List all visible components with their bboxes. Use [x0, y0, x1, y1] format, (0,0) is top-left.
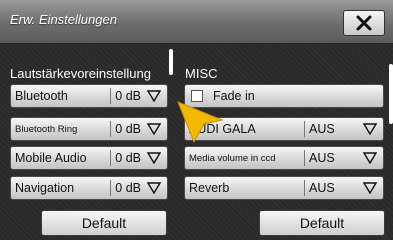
window-title: Erw. Einstellungen — [10, 12, 117, 27]
row-label: Bluetooth — [15, 89, 68, 103]
media-volume-dropdown[interactable]: Media volume in ccd AUS — [184, 146, 384, 170]
chevron-down-icon — [147, 182, 161, 194]
row-value: 0 dB — [115, 122, 141, 136]
mobile-audio-volume-dropdown[interactable]: Mobile Audio 0 dB — [10, 146, 168, 170]
row-label: Reverb — [189, 181, 230, 195]
row-label: Fade in — [213, 89, 255, 103]
close-icon — [356, 15, 372, 31]
reverb-dropdown[interactable]: Reverb AUS — [184, 176, 384, 200]
row-value: 0 dB — [115, 151, 141, 165]
volume-preset-title: Lautstärkevoreinstellung — [10, 66, 151, 81]
row-value: AUS — [309, 151, 335, 165]
right-default-button[interactable]: Default — [259, 210, 385, 236]
chevron-down-icon — [147, 90, 161, 102]
left-default-button[interactable]: Default — [41, 210, 167, 236]
misc-title: MISC — [185, 66, 218, 81]
row-value: AUS — [309, 181, 335, 195]
arrow-pointer-icon — [177, 101, 224, 144]
row-value: 0 dB — [115, 89, 141, 103]
row-label: Media volume in ccd — [189, 152, 276, 164]
row-value: 0 dB — [115, 181, 141, 195]
right-scroll-indicator[interactable] — [389, 64, 393, 124]
bluetooth-ring-volume-dropdown[interactable]: Bluetooth Ring 0 dB — [10, 117, 168, 141]
chevron-down-icon — [147, 123, 161, 135]
title-bar: Erw. Einstellungen — [0, 0, 393, 44]
row-value: AUS — [309, 122, 335, 136]
row-label: Navigation — [15, 181, 75, 195]
navigation-volume-dropdown[interactable]: Navigation 0 dB — [10, 176, 168, 200]
row-label: Bluetooth Ring — [15, 123, 78, 135]
chevron-down-icon — [363, 123, 377, 135]
close-button[interactable] — [343, 10, 385, 36]
chevron-down-icon — [363, 182, 377, 194]
row-label: Mobile Audio — [15, 151, 87, 165]
chevron-down-icon — [147, 152, 161, 164]
chevron-down-icon — [363, 152, 377, 164]
bluetooth-volume-dropdown[interactable]: Bluetooth 0 dB — [10, 84, 168, 108]
left-scroll-indicator[interactable] — [169, 49, 173, 75]
